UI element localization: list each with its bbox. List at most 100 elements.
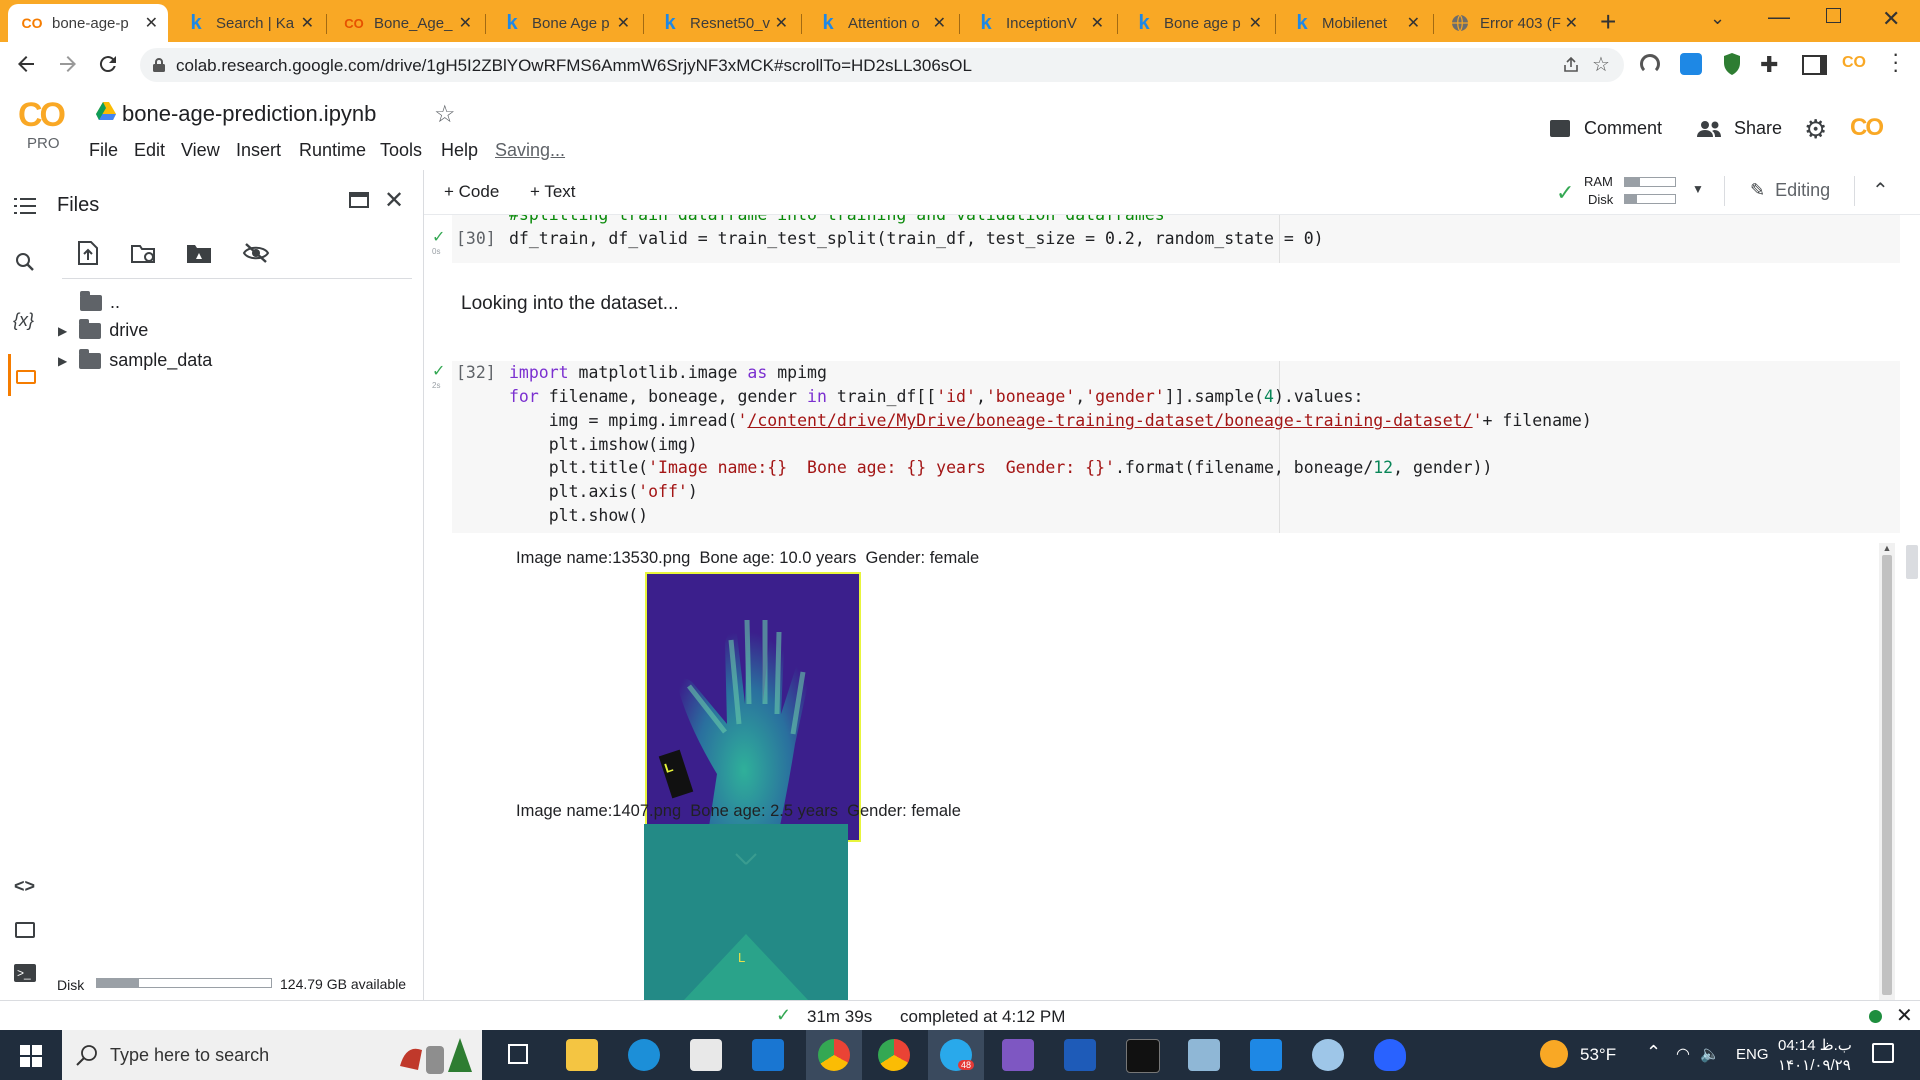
colab-extension-icon[interactable]: CO: [1842, 54, 1866, 72]
browser-tab[interactable]: k Attention o ✕: [804, 4, 956, 42]
scroll-thumb[interactable]: [1882, 555, 1892, 995]
upload-file-icon[interactable]: [77, 240, 99, 266]
menu-help[interactable]: Help: [441, 140, 478, 161]
menu-runtime[interactable]: Runtime: [299, 140, 366, 161]
colab-account-logo[interactable]: CO: [1850, 114, 1884, 142]
browser-tab[interactable]: CO Bone_Age_ ✕: [330, 4, 482, 42]
chevron-right-icon[interactable]: ▶: [58, 324, 67, 338]
browser-tab[interactable]: k InceptionV ✕: [962, 4, 1114, 42]
tree-item-sample-data[interactable]: ▶ sample_data: [58, 348, 212, 371]
close-icon[interactable]: ✕: [145, 13, 158, 33]
close-icon[interactable]: ✕: [775, 13, 788, 33]
task-view-icon[interactable]: [508, 1044, 528, 1064]
side-panel-icon[interactable]: [1802, 55, 1827, 75]
browser-tab[interactable]: k Search | Ka ✕: [172, 4, 324, 42]
visual-studio-icon[interactable]: [1002, 1039, 1034, 1071]
tree-item-drive[interactable]: ▶ drive: [58, 318, 148, 341]
bookmark-star-icon[interactable]: ☆: [1592, 52, 1610, 77]
colab-logo[interactable]: CO: [18, 96, 66, 135]
clock-time[interactable]: 04:14 ب.ظ: [1778, 1036, 1852, 1054]
hide-files-icon[interactable]: [242, 242, 270, 264]
close-icon[interactable]: ✕: [1091, 13, 1104, 33]
share-page-icon[interactable]: [1562, 56, 1580, 74]
settings-gear-icon[interactable]: ⚙: [1804, 114, 1827, 145]
close-icon[interactable]: ✕: [1407, 13, 1420, 33]
markdown-text[interactable]: Looking into the dataset...: [461, 293, 679, 315]
notepad-icon[interactable]: [1188, 1039, 1220, 1071]
code-line[interactable]: plt.imshow(img): [509, 435, 698, 454]
close-icon[interactable]: ✕: [301, 13, 314, 33]
browser-tab[interactable]: k Mobilenet ✕: [1278, 4, 1430, 42]
command-palette-icon[interactable]: [15, 922, 35, 938]
code-snippets-icon[interactable]: <>: [14, 876, 35, 897]
close-icon[interactable]: ✕: [1896, 1003, 1913, 1028]
menu-edit[interactable]: Edit: [134, 140, 165, 161]
code-line[interactable]: plt.show(): [509, 506, 648, 525]
browser-tab[interactable]: Error 403 (F ✕: [1436, 4, 1588, 42]
notifications-icon[interactable]: [1872, 1043, 1894, 1063]
menu-file[interactable]: File: [89, 140, 118, 161]
completed-status[interactable]: completed at 4:12 PM: [900, 1007, 1065, 1027]
address-bar[interactable]: colab.research.google.com/drive/1gH5I2ZB…: [140, 48, 1624, 82]
close-icon[interactable]: ✕: [617, 13, 630, 33]
browser-tab[interactable]: k Bone age p ✕: [1120, 4, 1272, 42]
code-line[interactable]: plt.axis('off'): [509, 482, 698, 501]
browser-tab[interactable]: CO bone-age-p ✕: [8, 4, 168, 42]
folder-icon[interactable]: [16, 370, 36, 384]
menu-tools[interactable]: Tools: [380, 140, 422, 161]
new-tab-icon[interactable]: +: [1600, 6, 1616, 38]
mount-drive-icon[interactable]: [186, 242, 212, 264]
notebook-title[interactable]: bone-age-prediction.ipynb: [122, 101, 376, 127]
close-window-icon[interactable]: ✕: [1882, 6, 1900, 32]
edge-icon[interactable]: [628, 1039, 660, 1071]
forward-icon[interactable]: [56, 52, 80, 76]
share-button[interactable]: Share: [1696, 118, 1782, 139]
reload-icon[interactable]: [96, 52, 120, 76]
clock-date[interactable]: ۱۴۰۱/۰۹/۲۹: [1778, 1056, 1851, 1074]
browser-menu-icon[interactable]: · · ·: [1892, 43, 1899, 81]
code-line[interactable]: img = mpimg.imread('/content/drive/MyDri…: [509, 411, 1592, 430]
store-icon[interactable]: [690, 1039, 722, 1071]
lock-icon[interactable]: [152, 57, 166, 73]
variables-icon[interactable]: {x}: [13, 310, 34, 331]
collapse-header-icon[interactable]: ⌃: [1872, 178, 1889, 203]
mail-icon[interactable]: [752, 1039, 784, 1071]
close-icon[interactable]: ✕: [459, 13, 472, 33]
scroll-up-icon[interactable]: ▲: [1879, 543, 1895, 553]
close-icon[interactable]: ✕: [384, 186, 404, 215]
file-explorer-icon[interactable]: [566, 1039, 598, 1071]
restore-icon[interactable]: [1826, 8, 1841, 23]
close-icon[interactable]: ✕: [1249, 13, 1262, 33]
wifi-icon[interactable]: ◠: [1676, 1044, 1690, 1064]
volume-icon[interactable]: 🔈: [1700, 1044, 1720, 1064]
resources-dropdown-icon[interactable]: ▼: [1692, 182, 1704, 196]
code-line[interactable]: import matplotlib.image as mpimg: [509, 363, 827, 382]
weather-temp[interactable]: 53°F: [1580, 1045, 1616, 1065]
saving-status[interactable]: Saving...: [495, 140, 565, 161]
puzzle-icon[interactable]: ✚: [1760, 52, 1778, 78]
taskbar-search-box[interactable]: Type here to search: [62, 1030, 482, 1080]
elapsed-time[interactable]: 31m 39s: [807, 1007, 872, 1027]
extension-icon[interactable]: [1680, 53, 1702, 75]
terminal-icon[interactable]: [1126, 1039, 1160, 1073]
code-line[interactable]: for filename, boneage, gender in train_d…: [509, 387, 1363, 406]
refresh-folder-icon[interactable]: [130, 242, 158, 264]
open-in-tab-icon[interactable]: [349, 192, 369, 208]
editing-mode-button[interactable]: ✎ Editing: [1750, 180, 1830, 201]
close-icon[interactable]: ✕: [933, 13, 946, 33]
photos-icon[interactable]: [1250, 1039, 1282, 1071]
chrome-icon[interactable]: [818, 1039, 850, 1071]
output-scrollbar[interactable]: ▲: [1879, 543, 1895, 1000]
vpn-shield-icon[interactable]: [1374, 1039, 1406, 1071]
chevron-up-icon[interactable]: ⌃: [1646, 1042, 1661, 1063]
chevron-right-icon[interactable]: ▶: [58, 354, 67, 368]
language-indicator[interactable]: ENG: [1736, 1046, 1769, 1063]
word-icon[interactable]: [1064, 1039, 1096, 1071]
comment-button[interactable]: Comment: [1550, 118, 1662, 139]
menu-view[interactable]: View: [181, 140, 220, 161]
browser-tab[interactable]: k Bone Age p ✕: [488, 4, 640, 42]
close-icon[interactable]: ✕: [1565, 13, 1578, 33]
browser-tab[interactable]: k Resnet50_v ✕: [646, 4, 798, 42]
star-icon[interactable]: ☆: [434, 100, 456, 129]
code-line[interactable]: plt.title('Image name:{} Bone age: {} ye…: [509, 458, 1493, 477]
